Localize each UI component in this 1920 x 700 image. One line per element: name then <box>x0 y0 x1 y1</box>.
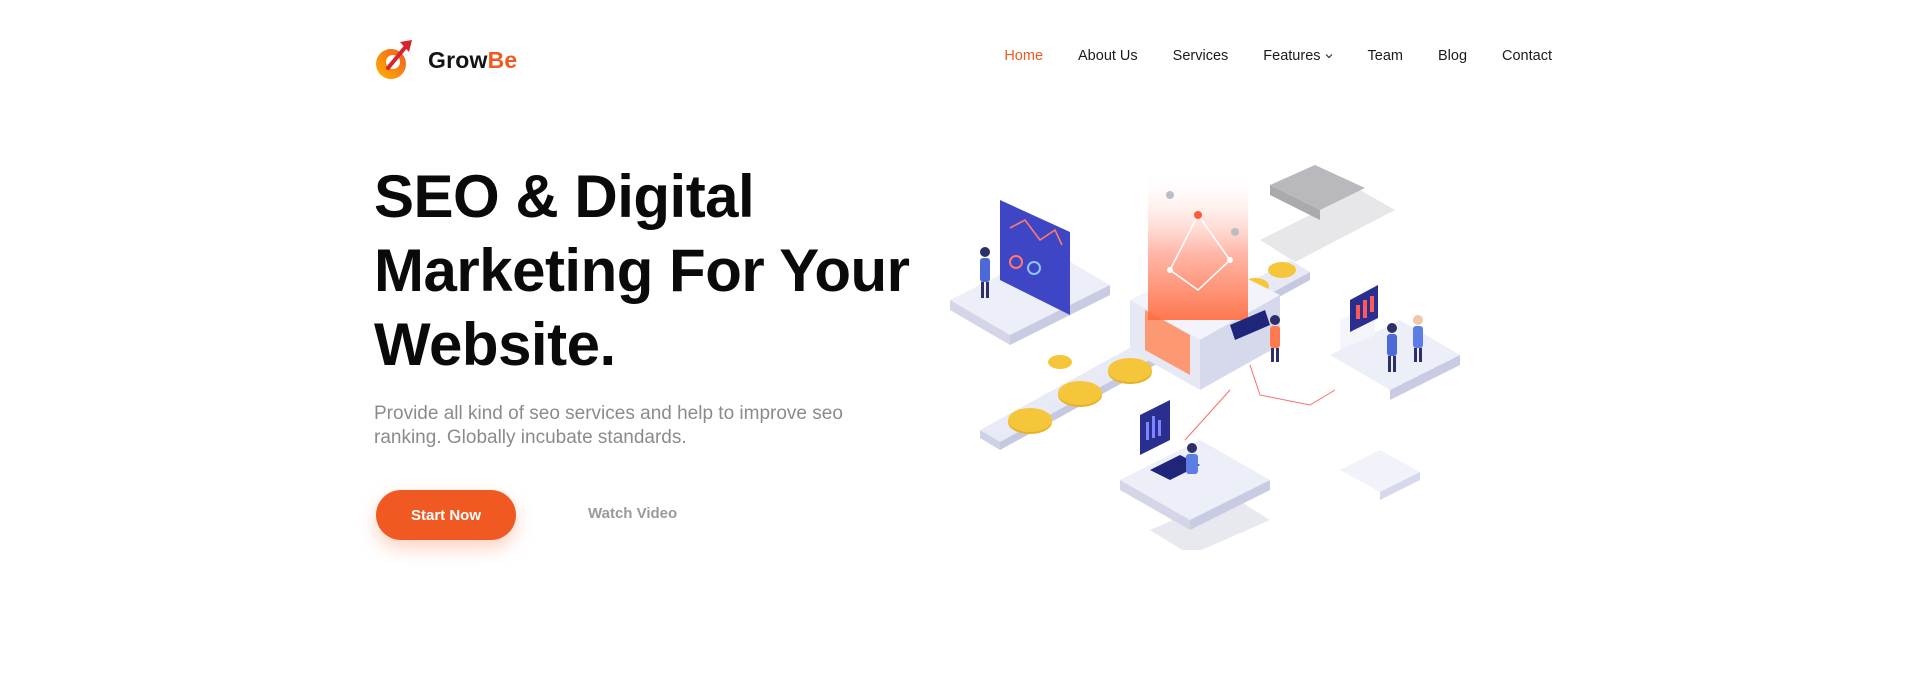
hero-title: SEO & Digital Marketing For Your Website… <box>374 163 910 378</box>
start-now-button[interactable]: Start Now <box>376 490 516 540</box>
nav-contact[interactable]: Contact <box>1502 48 1552 64</box>
brand-logo[interactable]: GrowBe <box>374 38 517 82</box>
watch-video-button[interactable]: Watch Video <box>588 505 677 522</box>
isometric-seo-illustration-icon <box>950 165 1460 550</box>
main-nav: Home About Us Services Features Team Blo… <box>969 48 1552 64</box>
site-header: GrowBe Home About Us Services Features T… <box>0 0 1920 120</box>
growbe-logo-icon <box>376 40 412 79</box>
chevron-down-icon <box>1325 54 1332 59</box>
nav-team[interactable]: Team <box>1368 48 1403 64</box>
nav-features-label: Features <box>1263 48 1321 64</box>
nav-home[interactable]: Home <box>1004 48 1043 64</box>
nav-about-us[interactable]: About Us <box>1078 48 1138 64</box>
brand-name: GrowBe <box>428 46 518 73</box>
nav-services[interactable]: Services <box>1173 48 1229 64</box>
nav-features[interactable]: Features <box>1263 48 1332 64</box>
hero-subtitle: Provide all kind of seo services and hel… <box>374 403 843 448</box>
nav-blog[interactable]: Blog <box>1438 48 1467 64</box>
